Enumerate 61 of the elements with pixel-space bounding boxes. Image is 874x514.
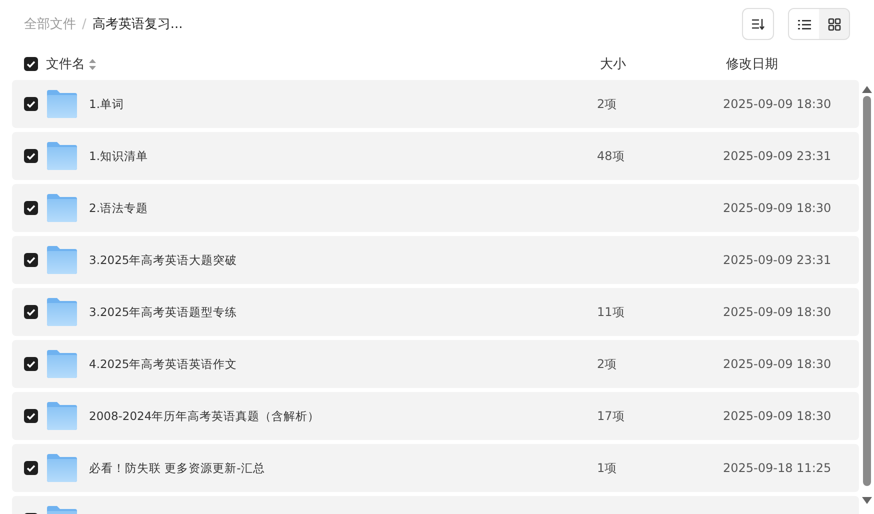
- folder-row[interactable]: 3.2025年高考英语大题突破 2025-09-09 23:31: [12, 236, 859, 284]
- folder-icon: [47, 142, 77, 170]
- folder-icon: [47, 246, 77, 274]
- folder-icon: [47, 402, 77, 430]
- breadcrumb-item[interactable]: 高考英语复习...: [92, 15, 183, 33]
- folder-row[interactable]: 4.2025年高考英语英语作文 2项 2025-09-09 18:30: [12, 340, 859, 388]
- modified-date: 2025-09-09 18:30: [723, 305, 832, 319]
- column-header[interactable]: 修改日期: [726, 55, 778, 73]
- item-count: 48项: [597, 148, 624, 162]
- folder-name: 2.语法专题: [89, 200, 148, 214]
- folder-name: 2008-2024年历年高考英语真题（含解析）: [89, 408, 320, 422]
- modified-date: 2025-09-09 23:31: [723, 253, 832, 267]
- folder-name: 4.2025年高考英语英语作文: [89, 356, 238, 370]
- column-header[interactable]: 大小: [600, 55, 726, 73]
- folder-icon: [47, 298, 77, 326]
- folder-name: 3.2025年高考英语题型专练: [89, 304, 238, 318]
- item-count: 2项: [597, 356, 617, 370]
- folder-icon: [47, 90, 77, 118]
- checkbox[interactable]: [24, 97, 38, 111]
- modified-date: 2025-09-18 11:25: [723, 461, 832, 475]
- folder-icon: [47, 350, 77, 378]
- modified-date: 2025-09-09 18:30: [723, 201, 832, 215]
- grid-icon: [828, 18, 840, 30]
- checkbox[interactable]: [24, 357, 38, 371]
- sort-arrows-icon[interactable]: [89, 58, 96, 70]
- checkbox[interactable]: [24, 149, 38, 163]
- scroll-down-icon[interactable]: [862, 497, 872, 504]
- checkbox[interactable]: [24, 201, 38, 215]
- folder-name: 1.单词: [89, 96, 124, 110]
- folder-row[interactable]: 2008-2024年历年高考英语真题（含解析） 17项 2025-09-09 18:30: [12, 392, 859, 440]
- folder-row[interactable]: 2.语法专题 2025-09-09 18:30: [12, 184, 859, 232]
- folder-row[interactable]: 1.知识清单 48项 2025-09-09 23:31: [12, 132, 859, 180]
- folder-name: 3.2025年高考英语大题突破: [89, 252, 238, 266]
- modified-date: 2025-09-09 23:31: [723, 149, 832, 163]
- column-header[interactable]: 文件名: [46, 55, 85, 73]
- folder-name: 1.知识清单: [89, 148, 148, 162]
- checkbox[interactable]: [24, 305, 38, 319]
- checkbox[interactable]: [24, 253, 38, 267]
- checkbox[interactable]: [24, 409, 38, 423]
- sort-button[interactable]: [742, 8, 774, 40]
- checkbox[interactable]: [24, 461, 38, 475]
- item-count: 11项: [597, 304, 624, 318]
- folder-name: 必看！防失联 更多资源更新-汇总: [89, 460, 265, 474]
- item-count: 1项: [597, 460, 617, 474]
- sort-icon: [751, 18, 765, 30]
- folder-row[interactable]: 1.单词 2项 2025-09-09 18:30: [12, 80, 859, 128]
- folder-icon: [47, 194, 77, 222]
- checkbox[interactable]: [24, 57, 38, 71]
- item-count: 2项: [597, 96, 617, 110]
- item-count: 17项: [597, 408, 624, 422]
- folder-row[interactable]: 3.2025年高考英语题型专练 11项 2025-09-09 18:30: [12, 288, 859, 336]
- modified-date: 2025-09-09 18:30: [723, 409, 832, 423]
- list-view-button[interactable]: [789, 9, 819, 39]
- list-icon: [798, 18, 810, 30]
- breadcrumb-separator: /: [82, 16, 86, 32]
- folder-icon: [47, 454, 77, 482]
- scroll-up-icon[interactable]: [862, 86, 872, 93]
- modified-date: 2025-09-09 18:30: [723, 357, 832, 371]
- scrollbar-thumb[interactable]: [863, 96, 871, 486]
- modified-date: 2025-09-09 18:30: [723, 97, 832, 111]
- folder-row[interactable]: 必看！防失联 更多资源更新-汇总 1项 2025-09-18 11:25: [12, 444, 859, 492]
